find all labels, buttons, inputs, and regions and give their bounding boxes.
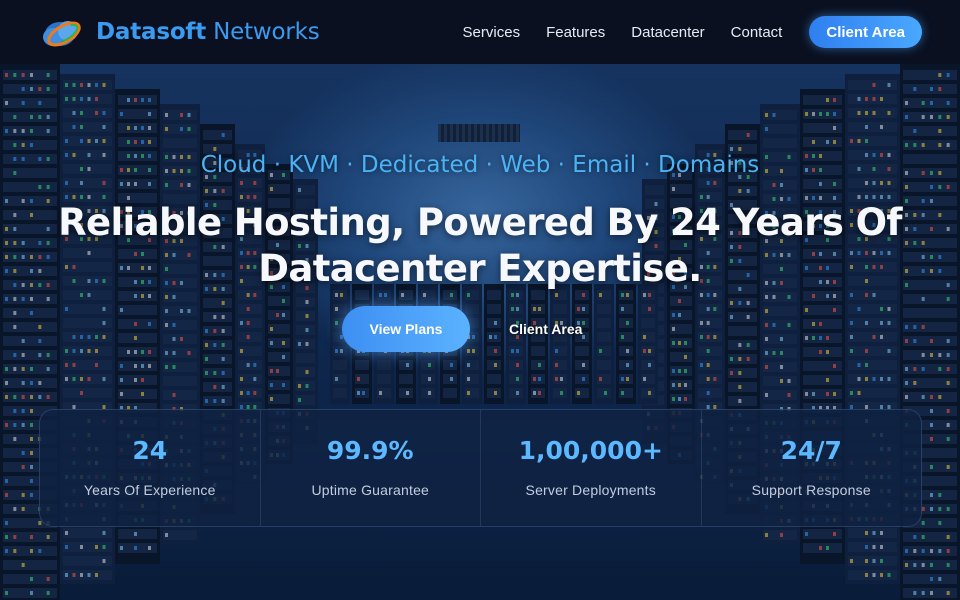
- stats-panel: 24 Years Of Experience 99.9% Uptime Guar…: [39, 409, 922, 527]
- headline-line-1: Reliable Hosting, Powered By 24 Years Of: [58, 201, 902, 244]
- client-area-link[interactable]: Client Area: [509, 321, 582, 337]
- nav-features[interactable]: Features: [546, 24, 605, 41]
- brand-logo[interactable]: Datasoft Networks: [40, 12, 320, 52]
- stat-label: Uptime Guarantee: [311, 482, 430, 498]
- site-header: Datasoft Networks Services Features Data…: [0, 0, 960, 64]
- stat-value: 99.9%: [326, 436, 414, 465]
- hero-cta-group: View Plans Client Area: [342, 306, 582, 352]
- stat-experience: 24 Years Of Experience: [40, 410, 261, 526]
- stat-value: 24/7: [780, 436, 842, 465]
- globe-cloud-icon: [40, 12, 90, 52]
- stat-label: Years Of Experience: [83, 482, 216, 498]
- headline-line-2: Datacenter Expertise.: [258, 247, 702, 290]
- hero-tagline: Cloud · KVM · Dedicated · Web · Email · …: [200, 152, 760, 178]
- stat-deployments: 1,00,000+ Server Deployments: [481, 410, 702, 526]
- stat-uptime: 99.9% Uptime Guarantee: [261, 410, 481, 526]
- stat-label: Server Deployments: [525, 482, 656, 498]
- stat-value: 24: [132, 436, 168, 465]
- stat-label: Support Response: [751, 482, 871, 498]
- brand-name-suffix: Networks: [206, 19, 320, 45]
- client-area-button[interactable]: Client Area: [809, 16, 922, 48]
- hero-headline: Reliable Hosting, Powered By 24 Years Of…: [0, 200, 960, 292]
- nav-datacenter[interactable]: Datacenter: [631, 24, 704, 41]
- stat-value: 1,00,000+: [518, 436, 663, 465]
- nav-services[interactable]: Services: [463, 24, 521, 41]
- view-plans-button[interactable]: View Plans: [342, 306, 470, 352]
- main-nav: Services Features Datacenter Contact Cli…: [463, 16, 922, 48]
- stat-support: 24/7 Support Response: [702, 410, 922, 526]
- nav-contact[interactable]: Contact: [731, 24, 783, 41]
- brand-name: Datasoft: [96, 19, 207, 45]
